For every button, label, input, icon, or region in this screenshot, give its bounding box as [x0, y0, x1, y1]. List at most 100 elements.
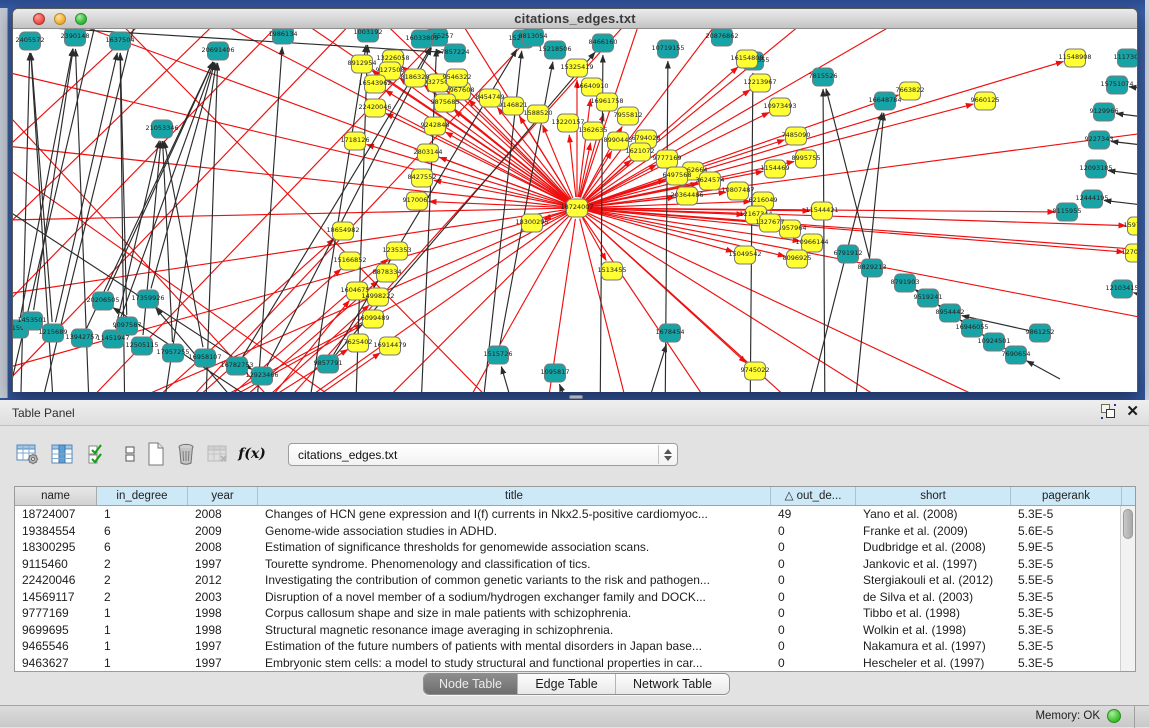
table-cell-name[interactable]: 18724007 [15, 506, 97, 523]
table-scrollbar[interactable] [1120, 506, 1135, 671]
table-cell-in_degree[interactable]: 1 [97, 506, 188, 523]
table-cell-short[interactable]: Jankovic et al. (1997) [856, 556, 1011, 573]
table-cell-out_degree[interactable]: 0 [771, 605, 856, 622]
graph-node[interactable]: 8829213 [858, 259, 887, 277]
graph-node[interactable]: 3624574 [696, 172, 725, 190]
insert-column-icon[interactable] [48, 440, 76, 468]
graph-node[interactable]: 16946055 [955, 319, 988, 337]
tab-network-table[interactable]: Network Table [616, 674, 729, 694]
table-cell-title[interactable]: Genome-wide association studies in ADHD. [258, 523, 771, 540]
function-builder-icon[interactable]: f(x) [238, 440, 266, 468]
table-row[interactable]: 977716911998Corpus callosum shape and si… [15, 605, 1120, 622]
table-cell-pagerank[interactable]: 5.3E-5 [1011, 605, 1122, 622]
graph-node[interactable]: 9875685 [431, 94, 460, 112]
table-cell-in_degree[interactable]: 2 [97, 589, 188, 606]
graph-node[interactable]: 1515726 [484, 346, 513, 364]
graph-node[interactable]: 8813054 [519, 29, 548, 46]
graph-node[interactable]: 1513455 [598, 262, 627, 280]
table-cell-short[interactable]: Yano et al. (2008) [856, 506, 1011, 523]
graph-node[interactable]: 1003192 [354, 29, 383, 42]
graph-node[interactable]: 17957255 [156, 344, 189, 362]
table-cell-in_degree[interactable]: 2 [97, 572, 188, 589]
graph-node[interactable]: 16914479 [373, 337, 406, 355]
graph-node[interactable]: 1678454 [656, 324, 685, 342]
memory-ok-indicator[interactable] [1107, 709, 1121, 723]
table-cell-in_degree[interactable]: 1 [97, 638, 188, 655]
graph-node[interactable]: 9546322 [443, 69, 472, 87]
table-cell-title[interactable]: Structural magnetic resonance image aver… [258, 622, 771, 639]
table-row[interactable]: 911546021997Tourette syndrome. Phenomeno… [15, 556, 1120, 573]
table-cell-in_degree[interactable]: 6 [97, 523, 188, 540]
table-cell-name[interactable]: 9465546 [15, 638, 97, 655]
table-cell-pagerank[interactable]: 5.5E-5 [1011, 572, 1122, 589]
graph-node[interactable]: 12103415 [1105, 280, 1137, 298]
table-cell-title[interactable]: Embryonic stem cells: a model to study s… [258, 655, 771, 672]
table-cell-pagerank[interactable]: 5.3E-5 [1011, 622, 1122, 639]
graph-node[interactable]: 7955812 [614, 107, 643, 125]
graph-node[interactable]: 20876862 [705, 29, 738, 46]
table-row[interactable]: 1830029562008Estimation of significance … [15, 539, 1120, 556]
table-cell-name[interactable]: 22420046 [15, 572, 97, 589]
graph-node[interactable]: 1986134 [269, 29, 298, 44]
graph-node[interactable]: 9745022 [741, 362, 770, 380]
table-row[interactable]: 969969511998Structural magnetic resonanc… [15, 622, 1120, 639]
graph-node[interactable]: 1597350 [1124, 217, 1137, 235]
graph-node[interactable]: 9227343 [1085, 131, 1114, 149]
graph-node[interactable]: 12093185 [1079, 160, 1112, 178]
table-cell-out_degree[interactable]: 0 [771, 539, 856, 556]
graph-node[interactable]: 7485090 [782, 127, 811, 145]
table-cell-out_degree[interactable]: 0 [771, 589, 856, 606]
table-row[interactable]: 946362711997Embryonic stem cells: a mode… [15, 655, 1120, 672]
graph-node[interactable]: 1215689 [39, 324, 68, 342]
graph-node[interactable]: 17359926 [131, 290, 164, 308]
table-settings-icon[interactable] [14, 440, 42, 468]
table-cell-name[interactable]: 9115460 [15, 556, 97, 573]
graph-node[interactable]: 16648784 [868, 92, 901, 110]
graph-node[interactable]: 7815526 [809, 68, 838, 86]
graph-node[interactable]: 9519241 [914, 289, 943, 307]
graph-node[interactable]: 9242848 [421, 117, 450, 135]
table-cell-out_degree[interactable]: 0 [771, 523, 856, 540]
graph-node[interactable]: 6791912 [834, 245, 863, 263]
graph-node[interactable]: 8878334 [373, 264, 402, 282]
table-cell-year[interactable]: 1998 [188, 605, 258, 622]
graph-node[interactable]: 8115955 [1053, 203, 1082, 221]
graph-node[interactable]: 2803144 [414, 144, 443, 162]
graph-node[interactable]: 1588520 [524, 105, 553, 123]
graph-node[interactable]: 9170061 [403, 192, 432, 210]
graph-node[interactable]: 9861252 [1026, 324, 1055, 342]
table-cell-name[interactable]: 9777169 [15, 605, 97, 622]
graph-node[interactable]: 8096925 [783, 250, 812, 268]
table-cell-in_degree[interactable]: 1 [97, 605, 188, 622]
graph-node[interactable]: 15166852 [333, 252, 366, 270]
graph-node[interactable]: 8995755 [792, 150, 821, 168]
table-cell-out_degree[interactable]: 0 [771, 572, 856, 589]
table-cell-name[interactable]: 18300295 [15, 539, 97, 556]
float-window-icon[interactable] [1101, 404, 1116, 419]
table-cell-out_degree[interactable]: 0 [771, 655, 856, 672]
graph-node[interactable]: 12444195 [1075, 190, 1108, 208]
graph-node[interactable]: 9777169 [653, 150, 682, 168]
table-cell-out_degree[interactable]: 0 [771, 556, 856, 573]
table-cell-in_degree[interactable]: 1 [97, 622, 188, 639]
table-cell-title[interactable]: Corpus callosum shape and size in male p… [258, 605, 771, 622]
table-row[interactable]: 2242004622012Investigating the contribut… [15, 572, 1120, 589]
table-cell-pagerank[interactable]: 5.3E-5 [1011, 556, 1122, 573]
rows-icon[interactable] [116, 440, 144, 468]
graph-node[interactable]: 9129966 [1090, 103, 1119, 121]
table-cell-name[interactable]: 9463627 [15, 655, 97, 672]
table-cell-year[interactable]: 1997 [188, 638, 258, 655]
column-header-pagerank[interactable]: pagerank [1011, 487, 1122, 505]
graph-node[interactable]: 15218506 [538, 41, 571, 59]
graph-node[interactable]: 7663822 [896, 82, 925, 100]
table-row[interactable]: 946554611997Estimation of the future num… [15, 638, 1120, 655]
graph-node[interactable]: 8454749 [476, 89, 505, 107]
graph-node[interactable]: 15751074 [1100, 76, 1133, 94]
graph-node[interactable]: 8466160 [589, 34, 618, 52]
graph-node[interactable]: 10719155 [651, 40, 684, 58]
table-cell-year[interactable]: 2009 [188, 523, 258, 540]
table-cell-title[interactable]: Estimation of significance thresholds fo… [258, 539, 771, 556]
table-cell-pagerank[interactable]: 5.3E-5 [1011, 638, 1122, 655]
graph-node[interactable]: 18654982 [326, 222, 359, 240]
table-cell-name[interactable]: 9699695 [15, 622, 97, 639]
